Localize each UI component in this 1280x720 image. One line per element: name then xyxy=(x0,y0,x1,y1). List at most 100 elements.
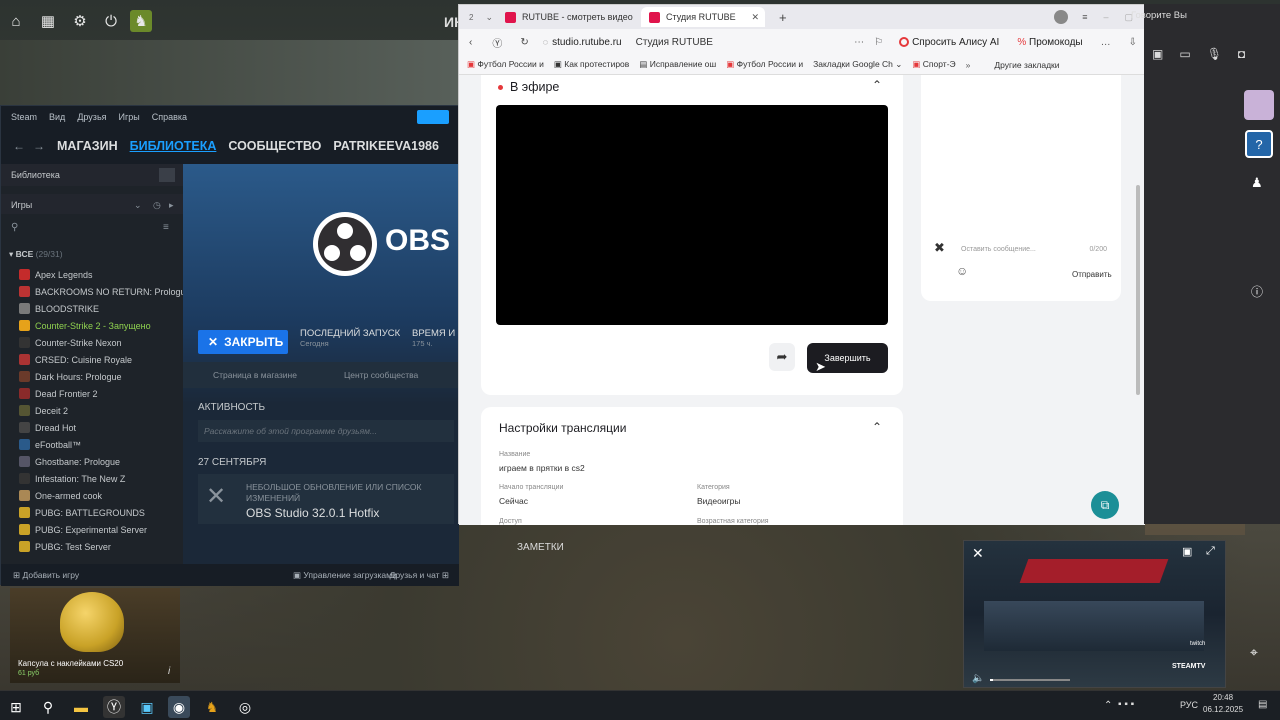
tray-arrow-icon[interactable]: ⌃ xyxy=(1104,700,1112,711)
user-icon[interactable]: ♟ xyxy=(1251,175,1263,191)
downloads-button[interactable]: ▣ Управление загрузками xyxy=(293,570,397,581)
list-item[interactable]: Dark Hours: Prologue xyxy=(1,368,183,385)
add-game-button[interactable]: ⊞ Добавить игру xyxy=(13,570,79,581)
menu-help[interactable]: Справка xyxy=(152,112,187,122)
bookmark-4[interactable]: ▣ Футбол России и xyxy=(726,59,803,70)
alice-button[interactable]: Спросить Алису AI xyxy=(893,35,1005,50)
broadcast-icon[interactable]: ⌖ xyxy=(1250,644,1258,661)
list-item[interactable]: Dread Hot xyxy=(1,419,183,436)
list-item[interactable]: Counter-Strike Nexon xyxy=(1,334,183,351)
cs2-taskbar-icon[interactable]: ♞ xyxy=(201,696,223,718)
list-item[interactable]: BLOODSTRIKE xyxy=(1,300,183,317)
camera-icon[interactable]: ◘ xyxy=(1238,47,1245,61)
list-item[interactable]: Deceit 2 xyxy=(1,402,183,419)
window-icon[interactable]: ▭ xyxy=(1179,47,1190,61)
explorer-icon[interactable]: ▬ xyxy=(70,696,92,718)
emoji-icon[interactable]: ☺ xyxy=(956,264,968,278)
tabs-menu-icon[interactable]: ⌄ xyxy=(485,12,493,23)
video-player[interactable] xyxy=(496,105,888,325)
list-item[interactable]: eFootball™ xyxy=(1,436,183,453)
collapse-icon[interactable]: ⌃ xyxy=(872,78,882,92)
collapse-icon[interactable]: ⌃ xyxy=(872,420,882,434)
steam-taskbar-icon[interactable]: ◉ xyxy=(168,696,190,718)
language[interactable]: РУС xyxy=(1180,700,1198,710)
search-icon[interactable]: ⚲ xyxy=(37,696,59,718)
grid-view-icon[interactable] xyxy=(159,168,175,182)
avatar[interactable] xyxy=(1244,90,1274,120)
info-circle-icon[interactable]: ⓘ xyxy=(1251,283,1263,300)
overflow-icon[interactable]: … xyxy=(1101,37,1111,48)
new-tab-icon[interactable]: + xyxy=(779,10,787,25)
list-item[interactable]: Apex Legends xyxy=(1,266,183,283)
list-item[interactable]: Infestation: The New Z xyxy=(1,470,183,487)
capsule-card[interactable]: Капсула с наклейками CS20 61 руб i xyxy=(10,588,180,683)
back-arrow-icon[interactable]: ← xyxy=(13,139,25,153)
search-row[interactable]: ⚲ ≡ xyxy=(1,218,183,238)
more-icon[interactable]: ⋯ xyxy=(854,37,864,48)
screenshot-icon[interactable]: ▣ xyxy=(1152,47,1163,61)
list-item[interactable]: Ghostbane: Prologue xyxy=(1,453,183,470)
yandex-browser-icon[interactable]: Ⓨ xyxy=(103,696,125,718)
menu-icon[interactable]: ≡ xyxy=(1082,12,1087,22)
clock-time[interactable]: 20:48 xyxy=(1213,693,1233,702)
reload-icon[interactable]: ↻ xyxy=(520,37,528,48)
community-hub-link[interactable]: Центр сообщества xyxy=(344,370,418,380)
nav-profile[interactable]: PATRIKEEVA1986 xyxy=(333,139,439,153)
pip-close-icon[interactable]: ✕ xyxy=(972,545,984,562)
pip-expand-icon[interactable]: ⤢ xyxy=(1206,545,1215,558)
pip-window-icon[interactable]: ▣ xyxy=(1182,545,1192,558)
nav-library[interactable]: БИБЛИОТЕКА xyxy=(130,139,217,153)
nav-community[interactable]: СООБЩЕСТВО xyxy=(228,139,321,153)
list-item[interactable]: Counter-Strike 2 - Запущено xyxy=(1,317,183,334)
close-game-button[interactable]: ✕ ЗАКРЫТЬ xyxy=(198,330,288,354)
profile-avatar[interactable] xyxy=(1054,10,1069,24)
bookmark-2[interactable]: ▣ Как протестиров xyxy=(554,59,629,70)
tab-close-icon[interactable]: ✕ xyxy=(751,12,759,23)
activity-input[interactable]: Расскажите об этой программе друзьям... xyxy=(198,420,454,442)
all-games-header[interactable]: ▾ ВСЕ (29/31) xyxy=(1,249,183,263)
more-bookmarks-icon[interactable]: » xyxy=(966,60,971,70)
url-domain[interactable]: studio.rutube.ru xyxy=(552,37,622,48)
tab-studio[interactable]: Студия RUTUBE ✕ xyxy=(641,7,765,27)
send-button[interactable]: Отправить xyxy=(1072,270,1112,279)
friends-chat-button[interactable]: Друзья и чат ⊞ xyxy=(390,570,449,581)
menu-friends[interactable]: Друзья xyxy=(77,112,106,122)
promo-button[interactable]: % Промокоды xyxy=(1013,35,1086,50)
bookmark-icon[interactable]: ⚐ xyxy=(874,37,883,48)
app-icon[interactable]: ♞ xyxy=(130,10,152,32)
list-item[interactable]: BACKROOMS NO RETURN: Prologu xyxy=(1,283,183,300)
filter-icon[interactable]: ≡ xyxy=(163,222,169,233)
logo-icon[interactable]: Ⓨ xyxy=(492,35,502,50)
list-item[interactable]: CRSED: Cuisine Royale xyxy=(1,351,183,368)
app-window-icon[interactable]: ▣ xyxy=(136,696,158,718)
bookmark-3[interactable]: ▤ Исправление ош xyxy=(639,59,716,70)
back-icon[interactable]: ‹ xyxy=(469,37,472,48)
menu-view[interactable]: Вид xyxy=(49,112,65,122)
obs-taskbar-icon[interactable]: ◎ xyxy=(234,696,256,718)
start-icon[interactable]: ⊞ xyxy=(5,696,27,718)
tab-rutube[interactable]: RUTUBE - смотреть видео xyxy=(505,8,635,26)
store-page-link[interactable]: Страница в магазине xyxy=(213,370,297,380)
chat-input[interactable]: Оставить сообщение... 0/200 xyxy=(957,241,1115,259)
list-item[interactable]: PUBG: Experimental Server xyxy=(1,521,183,538)
tray-icons[interactable]: ▪ ▪ ▪ xyxy=(1118,699,1134,710)
scrollbar[interactable] xyxy=(1136,185,1140,395)
bookmark-5[interactable]: Закладки Google Ch ⌄ xyxy=(813,59,902,70)
other-bookmarks[interactable]: Другие закладки xyxy=(994,60,1059,70)
library-home[interactable]: Библиотека xyxy=(1,164,183,186)
name-value[interactable]: играем в прятки в cs2 xyxy=(499,463,585,473)
home-icon[interactable]: ⌂ xyxy=(5,10,27,32)
nav-store[interactable]: МАГАЗИН xyxy=(57,139,118,153)
bookmark-6[interactable]: ▣ Спорт-Э xyxy=(912,59,955,70)
category-value[interactable]: Видеоигры xyxy=(697,496,741,506)
update-card[interactable]: ✕ НЕБОЛЬШОЕ ОБНОВЛЕНИЕ ИЛИ СПИСОК ИЗМЕНЕ… xyxy=(198,474,454,524)
notifications-icon[interactable]: ▤ xyxy=(1258,699,1267,710)
pip-video[interactable]: ✕ ▣ ⤢ twitch STEAMTV 🔈 xyxy=(963,540,1226,688)
grid-icon[interactable]: ▦ xyxy=(37,10,59,32)
tab-count[interactable]: 2 xyxy=(469,13,473,22)
support-chat-icon[interactable]: ⧉ xyxy=(1091,491,1119,519)
list-item[interactable]: One-armed cook xyxy=(1,487,183,504)
menu-games[interactable]: Игры xyxy=(119,112,140,122)
downloads-icon[interactable]: ⇩ xyxy=(1129,37,1137,48)
clock-date[interactable]: 06.12.2025 xyxy=(1203,705,1243,714)
